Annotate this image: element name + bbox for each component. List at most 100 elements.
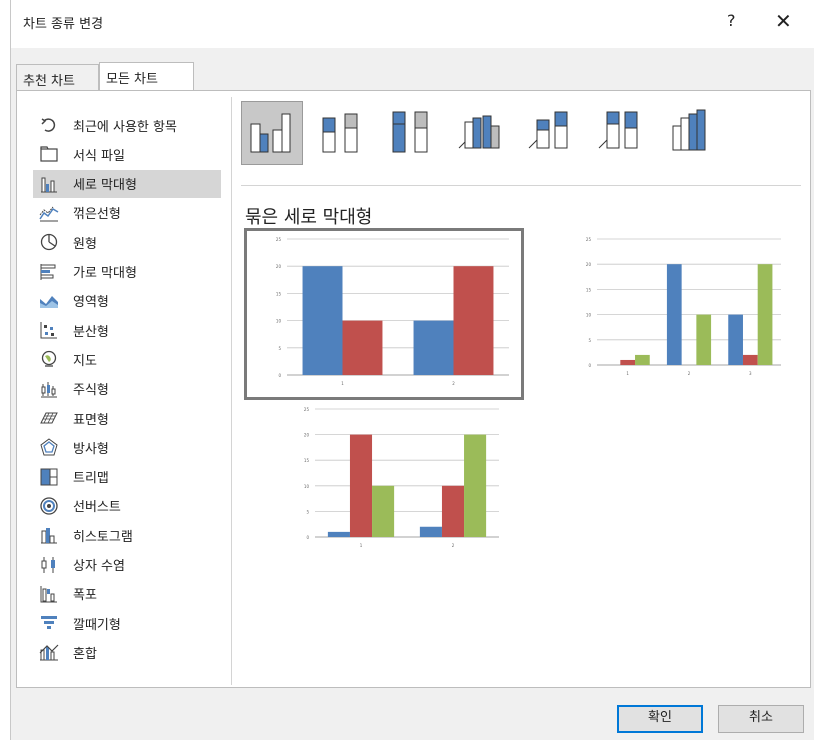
subtype-clustered-column-button[interactable] [241,101,303,165]
sidebar-item-waterfall-chart[interactable]: 폭포 [33,580,221,608]
sidebar-item-label: 표면형 [73,412,109,428]
box-whisker-chart-icon [39,556,59,574]
bar-2-s3 [696,314,712,365]
clustered-column-icon [247,108,297,158]
sidebar-item-radar-chart[interactable]: 방사형 [33,433,221,461]
sidebar-item-scatter-chart[interactable]: 분산형 [33,316,221,344]
subtype-3d-clustered-column-button[interactable] [451,101,513,165]
sidebar-item-label: 폭포 [73,588,97,604]
sidebar-item-label: 최근에 사용한 항목 [73,119,177,135]
bar-1-s3 [635,354,650,365]
stock-chart-icon [39,380,59,398]
3d-100-stacked-column-icon [597,108,647,158]
bar-2-s2 [453,266,494,375]
sidebar-item-label: 꺾은선형 [73,207,121,223]
sidebar-item-area-chart[interactable]: 영역형 [33,287,221,315]
subtype-3d-100-stacked-column-button[interactable] [591,101,653,165]
sidebar-item-recent[interactable]: 최근에 사용한 항목 [33,111,221,139]
chart-preview-2[interactable]: 0 5 10 15 20 25 1 2 3 [557,231,793,387]
sidebar-item-label: 혼합 [73,646,97,662]
sidebar-item-label: 히스토그램 [73,529,133,545]
change-chart-type-dialog: 차트 종류 변경 ? ✕ 추천 차트 모든 차트 최근에 사용한 항목 서식 파일… [10,0,814,740]
sidebar-item-sunburst-chart[interactable]: 선버스트 [33,492,221,520]
x-tick-label: 1 [626,371,629,376]
sidebar-item-column-chart[interactable]: 세로 막대형 [33,169,221,198]
subtype-100-stacked-column-button[interactable] [381,101,443,165]
radar-chart-icon [39,438,59,456]
bar-3-s2 [742,354,758,365]
bar-2-s3 [464,434,487,537]
y-tick-label: 10 [276,319,282,324]
bar-2-s1 [419,526,442,537]
x-tick-label: 2 [452,381,455,386]
bar-1-s3 [372,485,395,537]
line-chart-icon [39,204,59,222]
y-tick-label: 20 [276,264,282,269]
sidebar-item-label: 영역형 [73,295,109,311]
help-button[interactable]: ? [727,11,736,30]
sidebar-divider [231,97,232,685]
y-tick-label: 25 [276,237,282,242]
sidebar-item-line-chart[interactable]: 꺾은선형 [33,199,221,227]
chart-preview-1[interactable]: 0 5 10 15 20 25 1 2 [244,228,524,400]
sidebar-item-box-whisker-chart[interactable]: 상자 수염 [33,551,221,579]
chart-preview-3-svg: 0 5 10 15 20 25 1 2 [304,407,499,548]
bar-1-s2 [620,359,636,365]
chart-preview-2-svg: 0 5 10 15 20 25 1 2 3 [586,237,781,376]
y-tick-label: 5 [588,338,591,343]
3d-clustered-column-icon [457,108,507,158]
sidebar-item-funnel-chart[interactable]: 깔때기형 [33,609,221,637]
dialog-footer: 확인 취소 [11,690,814,740]
y-tick-label: 15 [586,287,592,292]
y-tick-label: 20 [586,262,592,267]
x-tick-label: 1 [360,543,363,548]
y-tick-label: 0 [588,363,591,368]
sidebar-item-surface-chart[interactable]: 표면형 [33,404,221,432]
subtype-3d-stacked-column-button[interactable] [521,101,583,165]
sidebar-item-combo-chart[interactable]: 혼합 [33,638,221,666]
y-tick-label: 0 [278,373,281,378]
y-tick-label: 15 [304,458,310,463]
sidebar-item-map-chart[interactable]: 지도 [33,345,221,373]
funnel-chart-icon [39,614,59,632]
close-button[interactable]: ✕ [775,9,792,33]
x-tick-label: 2 [688,371,691,376]
bar-2-s1 [413,320,454,375]
map-chart-icon [39,350,59,368]
bar-3-s1 [728,314,743,365]
y-tick-label: 15 [276,291,282,296]
ok-button[interactable]: 확인 [617,705,703,733]
sidebar-item-pie-chart[interactable]: 원형 [33,228,221,256]
subtype-stacked-column-button[interactable] [311,101,373,165]
sidebar-item-histogram-chart[interactable]: 히스토그램 [33,521,221,549]
sidebar-item-label: 트리맵 [73,471,109,487]
sidebar-item-label: 분산형 [73,324,109,340]
chart-subtype-gallery [241,101,801,169]
surface-chart-icon [39,409,59,427]
chart-preview-3[interactable]: 0 5 10 15 20 25 1 2 [275,401,511,559]
3d-stacked-column-icon [527,108,577,158]
sunburst-chart-icon [39,497,59,515]
tab-recommended-charts[interactable]: 추천 차트 [16,64,99,91]
sidebar-item-label: 지도 [73,353,97,369]
scatter-chart-icon [39,321,59,339]
sidebar-item-bar-chart[interactable]: 가로 막대형 [33,258,221,286]
cancel-button[interactable]: 취소 [718,705,804,733]
area-chart-icon [39,292,59,310]
x-tick-label: 1 [341,381,344,386]
sidebar-item-folder[interactable]: 서식 파일 [33,140,221,168]
combo-chart-icon [39,643,59,661]
bar-2-s2 [441,485,465,537]
subtype-3d-column-button[interactable] [661,101,723,165]
sidebar-item-label: 선버스트 [73,500,121,516]
sidebar-item-label: 서식 파일 [73,148,125,164]
chart-preview-1-svg: 0 5 10 15 20 25 1 2 [276,237,509,386]
tab-strip: 추천 차트 모든 차트 [11,62,814,91]
tab-all-charts[interactable]: 모든 차트 [99,62,194,91]
sidebar-item-label: 주식형 [73,383,109,399]
y-tick-label: 10 [586,313,592,318]
sidebar-item-treemap-chart[interactable]: 트리맵 [33,463,221,491]
recent-icon [39,116,59,134]
y-tick-label: 25 [304,407,310,412]
sidebar-item-stock-chart[interactable]: 주식형 [33,375,221,403]
